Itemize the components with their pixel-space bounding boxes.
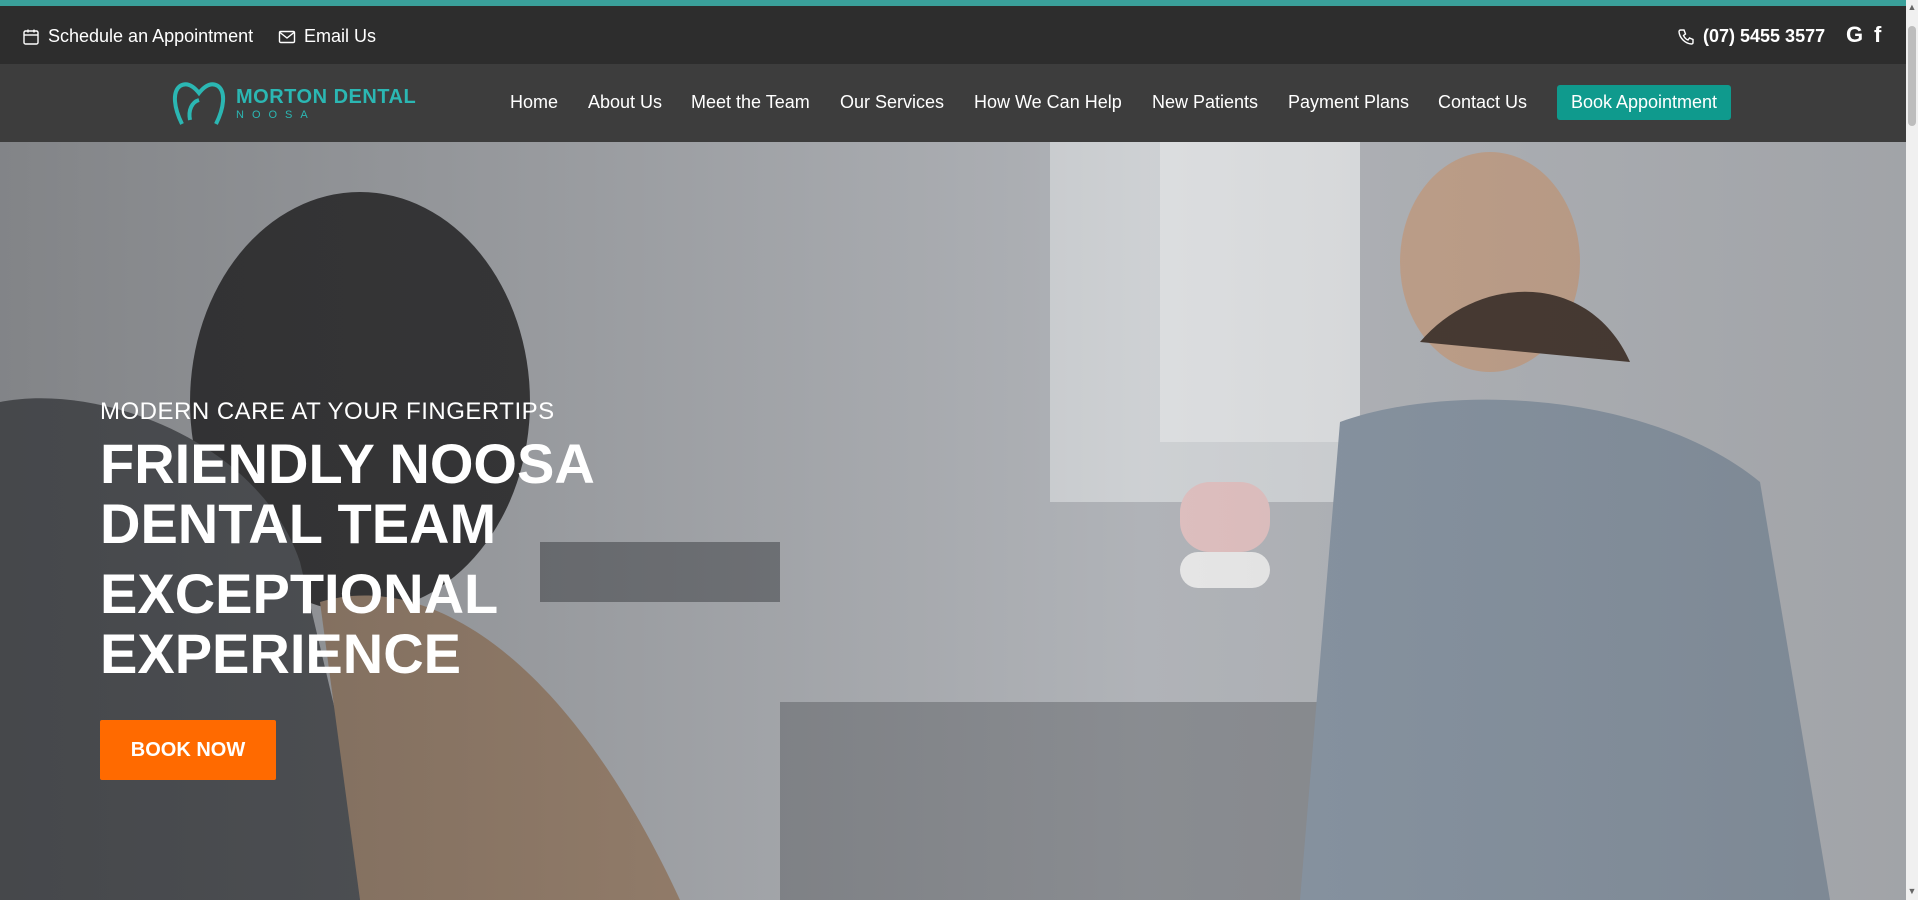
- schedule-appointment-link[interactable]: Schedule an Appointment: [22, 26, 253, 47]
- logo-location: NOOSA: [236, 108, 316, 121]
- hero-text: MODERN CARE AT YOUR FINGERTIPS FRIENDLY …: [100, 398, 660, 684]
- nav-new-patients[interactable]: New Patients: [1152, 92, 1258, 113]
- phone-link[interactable]: (07) 5455 3577: [1677, 26, 1825, 47]
- facebook-icon[interactable]: f: [1874, 22, 1881, 48]
- hero-section: MODERN CARE AT YOUR FINGERTIPS FRIENDLY …: [0, 142, 1906, 900]
- hero-subheadline: EXCEPTIONAL EXPERIENCE: [100, 562, 498, 685]
- logo-tooth-icon: [173, 82, 225, 125]
- mail-icon: [278, 30, 296, 43]
- scrollbar-thumb[interactable]: [1908, 26, 1916, 126]
- nav-how-we-can-help[interactable]: How We Can Help: [974, 92, 1122, 113]
- email-us-label: Email Us: [304, 26, 377, 46]
- phone-icon: [1678, 28, 1694, 45]
- phone-number: (07) 5455 3577: [1703, 26, 1826, 46]
- nav-about-us[interactable]: About Us: [588, 92, 662, 113]
- scroll-up-arrow-icon[interactable]: ▲: [1907, 2, 1917, 12]
- book-now-button[interactable]: BOOK NOW: [100, 720, 276, 780]
- logo-name: MORTON DENTAL: [236, 85, 417, 108]
- hero-headline: FRIENDLY NOOSA DENTAL TEAM: [100, 432, 593, 555]
- google-icon[interactable]: G: [1846, 22, 1863, 48]
- top-bar: Schedule an Appointment Email Us (07) 54…: [0, 6, 1906, 64]
- schedule-appointment-label: Schedule an Appointment: [48, 26, 254, 46]
- email-us-link[interactable]: Email Us: [278, 26, 376, 47]
- logo[interactable]: MORTON DENTAL NOOSA: [168, 78, 416, 128]
- vertical-scrollbar[interactable]: ▲ ▼: [1906, 0, 1918, 900]
- book-appointment-button[interactable]: Book Appointment: [1557, 85, 1731, 120]
- hero-kicker: MODERN CARE AT YOUR FINGERTIPS: [100, 398, 555, 425]
- nav-meet-the-team[interactable]: Meet the Team: [691, 92, 810, 113]
- calendar-icon: [23, 29, 39, 45]
- nav-payment-plans[interactable]: Payment Plans: [1288, 92, 1409, 113]
- main-navigation: MORTON DENTAL NOOSA Home About Us Meet t…: [0, 64, 1906, 142]
- nav-contact-us[interactable]: Contact Us: [1438, 92, 1527, 113]
- nav-home[interactable]: Home: [510, 92, 558, 113]
- nav-our-services[interactable]: Our Services: [840, 92, 944, 113]
- scroll-down-arrow-icon[interactable]: ▼: [1907, 886, 1917, 896]
